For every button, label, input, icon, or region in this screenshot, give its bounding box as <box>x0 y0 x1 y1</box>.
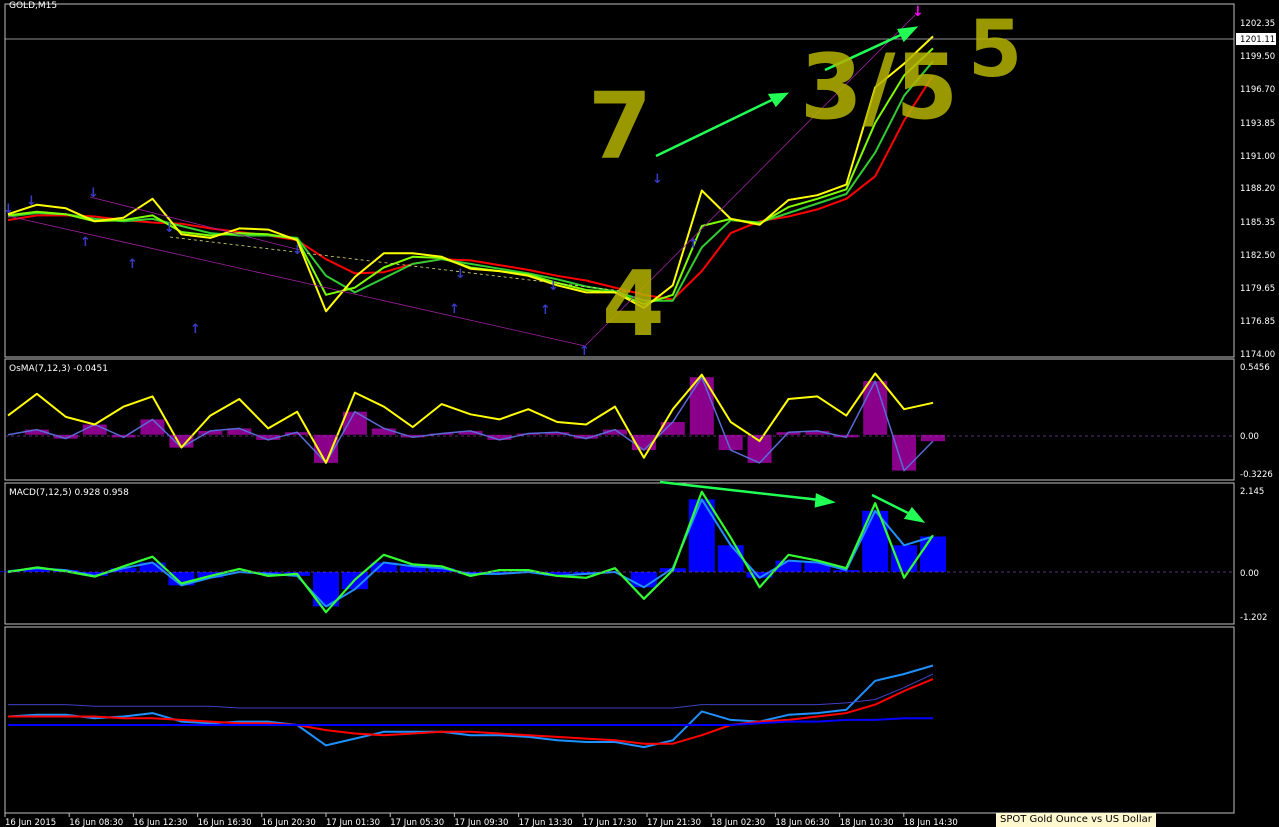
fractal-up-icon: ↑ <box>80 235 91 250</box>
fractal-down-icon: ↓ <box>26 194 37 209</box>
price-tick: 1182.50 <box>1240 251 1275 261</box>
trading-chart[interactable]: 1201.11 GOLD,M15 OsMA(7,12,3) -0.0451 MA… <box>0 0 1279 827</box>
macd-tick: 0.00 <box>1240 569 1259 579</box>
macd-bar <box>891 545 918 573</box>
fractal-down-icon: ↓ <box>3 202 14 217</box>
price-series <box>7 35 934 313</box>
osma-bar <box>82 424 107 435</box>
macd-line <box>7 498 934 608</box>
price-tick: 1202.35 <box>1240 19 1275 29</box>
symbol-label: GOLD,M15 <box>9 1 57 11</box>
time-tick-label: 18 Jun 14:30 <box>904 818 958 827</box>
price-tick: 1185.35 <box>1240 218 1275 228</box>
macd-tick: 2.145 <box>1240 487 1264 497</box>
time-tick-label: 18 Jun 06:30 <box>775 818 829 827</box>
macd-bar <box>920 536 946 573</box>
osma-title: OsMA(7,12,3) -0.0451 <box>9 364 108 374</box>
ma-fast-series <box>7 47 934 306</box>
macd-title: MACD(7,12,5) 0.928 0.958 <box>9 488 129 498</box>
fractal-up-icon: ↑ <box>688 237 699 252</box>
fractal-down-icon: ↓ <box>88 186 99 201</box>
price-tick: 1191.00 <box>1240 152 1275 162</box>
divergence-arrow-icon <box>659 480 821 502</box>
macd-signal-line <box>7 490 934 614</box>
time-tick-label: 16 Jun 08:30 <box>69 818 123 827</box>
arrowhead-icon <box>767 92 789 108</box>
osma-bar <box>718 434 743 451</box>
ma-slow-series <box>7 74 934 301</box>
time-tick-label: 17 Jun 05:30 <box>390 818 444 827</box>
fractal-up-icon: ↑ <box>190 322 201 337</box>
ma-mid-series <box>7 60 934 302</box>
price-axis: 1202.35 1199.50 1196.70 1193.85 1191.00 … <box>1240 19 1275 360</box>
osma-tick: 0.5456 <box>1240 363 1270 373</box>
macd-bar <box>717 545 744 573</box>
time-tick-label: 17 Jun 21:30 <box>647 818 701 827</box>
fractal-up-icon: ↑ <box>449 302 460 317</box>
price-tick: 1176.85 <box>1240 317 1275 327</box>
osma-tick: 0.00 <box>1240 432 1259 442</box>
macd-tick: -1.202 <box>1240 613 1267 623</box>
bands-ma-series <box>8 678 934 745</box>
fractal-up-icon: ↑ <box>579 344 590 359</box>
macd-bar <box>688 499 715 573</box>
series-layer <box>0 35 946 749</box>
macd-bar <box>630 572 657 588</box>
time-tick-label: 17 Jun 09:30 <box>454 818 508 827</box>
channel-upper-line <box>89 196 301 251</box>
time-tick-label: 16 Jun 12:30 <box>133 818 187 827</box>
price-tick: 1188.20 <box>1240 184 1275 194</box>
price-tick: 1174.00 <box>1240 350 1275 360</box>
time-tick-label: 16 Jun 20:30 <box>262 818 316 827</box>
bands-envelope-series <box>8 673 934 709</box>
fractal-down-icon: ↓ <box>652 172 663 187</box>
macd-bar <box>862 510 889 572</box>
fractal-down-icon: ↓ <box>164 221 175 236</box>
wave-annotation: 7 <box>588 73 652 180</box>
time-tick-label: 17 Jun 17:30 <box>583 818 637 827</box>
time-axis: 16 Jun 2015 16 Jun 08:30 16 Jun 12:30 16 Ju… <box>4 813 958 827</box>
channel-lower-line <box>7 215 586 347</box>
macd-panel-frame <box>4 482 1235 625</box>
fractal-arrows: ↓ ↓ ↓ ↓ ↓ ↓ ↓ ↓ ↑ ↑ ↑ ↑ ↑ ↑ ↑ <box>3 172 699 359</box>
price-tick: 1179.65 <box>1240 284 1275 294</box>
wave-annotation: 3/5 <box>800 35 958 140</box>
fractal-down-icon: ↓ <box>292 243 303 258</box>
wave-annotation: 4 <box>602 252 665 357</box>
price-tick: 1196.70 <box>1240 85 1275 95</box>
osma-bar <box>892 434 917 471</box>
fractal-down-icon: ↓ <box>455 267 466 282</box>
wave-annotation: 5 <box>968 5 1022 95</box>
time-tick-label: 18 Jun 02:30 <box>711 818 765 827</box>
trend-arrow-up-icon <box>655 96 777 158</box>
time-tick-label: 17 Jun 01:30 <box>326 818 380 827</box>
fractal-up-icon: ↑ <box>540 303 551 318</box>
price-tick: 1199.50 <box>1240 52 1275 62</box>
osma-line <box>7 372 934 464</box>
price-tick: 1193.85 <box>1240 119 1275 129</box>
time-tick-label: 16 Jun 16:30 <box>198 818 252 827</box>
sell-arrow-icon: ↓ <box>912 4 924 20</box>
current-price-label: 1201.11 <box>1240 35 1275 45</box>
symbol-description: SPOT Gold Ounce vs US Dollar <box>996 813 1156 827</box>
osma-tick: -0.3226 <box>1240 470 1273 480</box>
time-tick-label: 17 Jun 13:30 <box>519 818 573 827</box>
fractal-down-icon: ↓ <box>548 279 559 294</box>
fractal-up-icon: ↑ <box>127 257 138 272</box>
arrowhead-icon <box>814 493 836 508</box>
time-tick-label: 16 Jun 2015 <box>5 818 56 827</box>
osma-panel-frame <box>4 358 1235 481</box>
time-tick-label: 18 Jun 10:30 <box>840 818 894 827</box>
arrowhead-icon <box>903 506 926 523</box>
